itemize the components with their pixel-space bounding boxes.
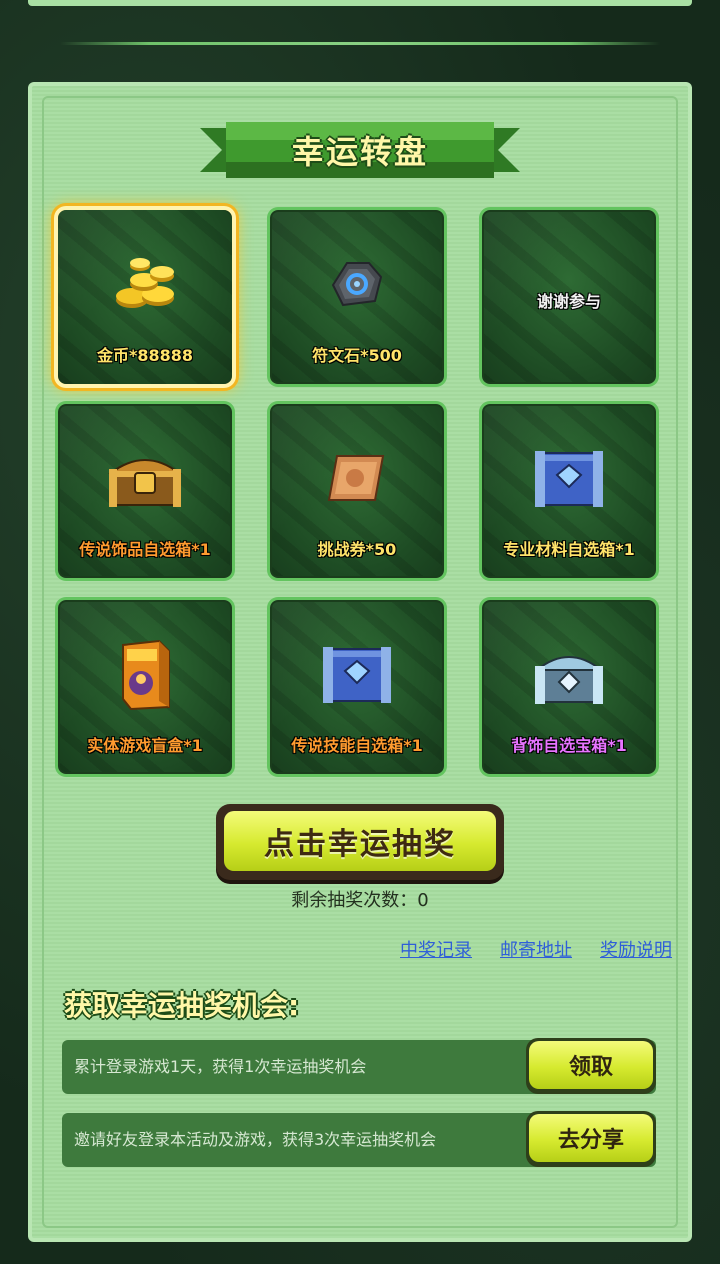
task-row-invite: 邀请好友登录本活动及游戏，获得3次幸运抽奖机会 去分享 <box>62 1111 656 1167</box>
prize-label: 传说饰品自选箱*1 <box>79 540 211 559</box>
links-row: 中奖记录 邮寄地址 奖励说明 <box>400 936 672 962</box>
share-button[interactable]: 去分享 <box>526 1111 656 1167</box>
share-button-label: 去分享 <box>529 1114 653 1162</box>
blue-chest-icon <box>319 643 395 709</box>
prize-label: 实体游戏盲盒*1 <box>87 736 203 755</box>
legendary-chest-icon <box>105 447 185 513</box>
link-reward-rules[interactable]: 奖励说明 <box>600 936 672 962</box>
link-win-records[interactable]: 中奖记录 <box>400 936 472 962</box>
prize-cell-blind-box[interactable]: 实体游戏盲盒*1 <box>58 600 232 774</box>
prize-cell-legendary-skill[interactable]: 传说技能自选箱*1 <box>270 600 444 774</box>
divider-line <box>60 42 660 45</box>
prize-label: 谢谢参与 <box>536 292 601 311</box>
task-row-login: 累计登录游戏1天，获得1次幸运抽奖机会 领取 <box>62 1038 656 1094</box>
prize-cell-material[interactable]: 专业材料自选箱*1 <box>482 404 656 578</box>
blind-box-icon <box>115 637 175 715</box>
prize-label: 专业材料自选箱*1 <box>503 540 635 559</box>
prize-label: 背饰自选宝箱*1 <box>511 736 627 755</box>
rune-stone-icon <box>329 259 385 313</box>
prize-cell-back-accessory[interactable]: 背饰自选宝箱*1 <box>482 600 656 774</box>
remaining-draws: 剩余抽奖次数：0 <box>291 890 429 911</box>
title-ribbon: 幸运转盘 <box>200 118 520 182</box>
prize-cell-challenge-ticket[interactable]: 挑战券*50 <box>270 404 444 578</box>
prize-cell-legendary-accessory[interactable]: 传说饰品自选箱*1 <box>58 404 232 578</box>
link-mailing-address[interactable]: 邮寄地址 <box>500 936 572 962</box>
prize-label: 符文石*500 <box>312 346 402 365</box>
lucky-draw-label: 点击幸运抽奖 <box>224 811 496 871</box>
prize-cell-rune[interactable]: 符文石*500 <box>270 210 444 384</box>
prize-label: 金币*88888 <box>96 346 194 365</box>
section-title: 获取幸运抽奖机会: <box>64 989 300 1022</box>
prize-grid: 金币*88888 符文石*500 谢谢参与 传说饰品自选箱*1 挑战券*50 专… <box>58 210 664 776</box>
task-text: 累计登录游戏1天，获得1次幸运抽奖机会 <box>74 1057 367 1076</box>
page-title: 幸运转盘 <box>291 133 428 171</box>
prize-cell-thanks[interactable]: 谢谢参与 <box>482 210 656 384</box>
claim-button[interactable]: 领取 <box>526 1038 656 1094</box>
lucky-draw-button[interactable]: 点击幸运抽奖 <box>216 804 504 880</box>
blue-chest-icon <box>531 447 607 513</box>
top-strip <box>28 0 692 6</box>
silver-chest-icon <box>529 642 609 710</box>
lucky-wheel-panel: 幸运转盘 金币*88888 符文石*500 谢谢参与 传说饰品自选箱*1 挑战券… <box>28 82 692 1242</box>
claim-button-label: 领取 <box>529 1041 653 1089</box>
prize-cell-gold[interactable]: 金币*88888 <box>58 210 232 384</box>
gold-coins-icon <box>110 254 180 318</box>
task-text: 邀请好友登录本活动及游戏，获得3次幸运抽奖机会 <box>74 1130 437 1149</box>
challenge-ticket-icon <box>325 450 389 510</box>
prize-label: 传说技能自选箱*1 <box>291 736 423 755</box>
prize-label: 挑战券*50 <box>317 540 397 559</box>
